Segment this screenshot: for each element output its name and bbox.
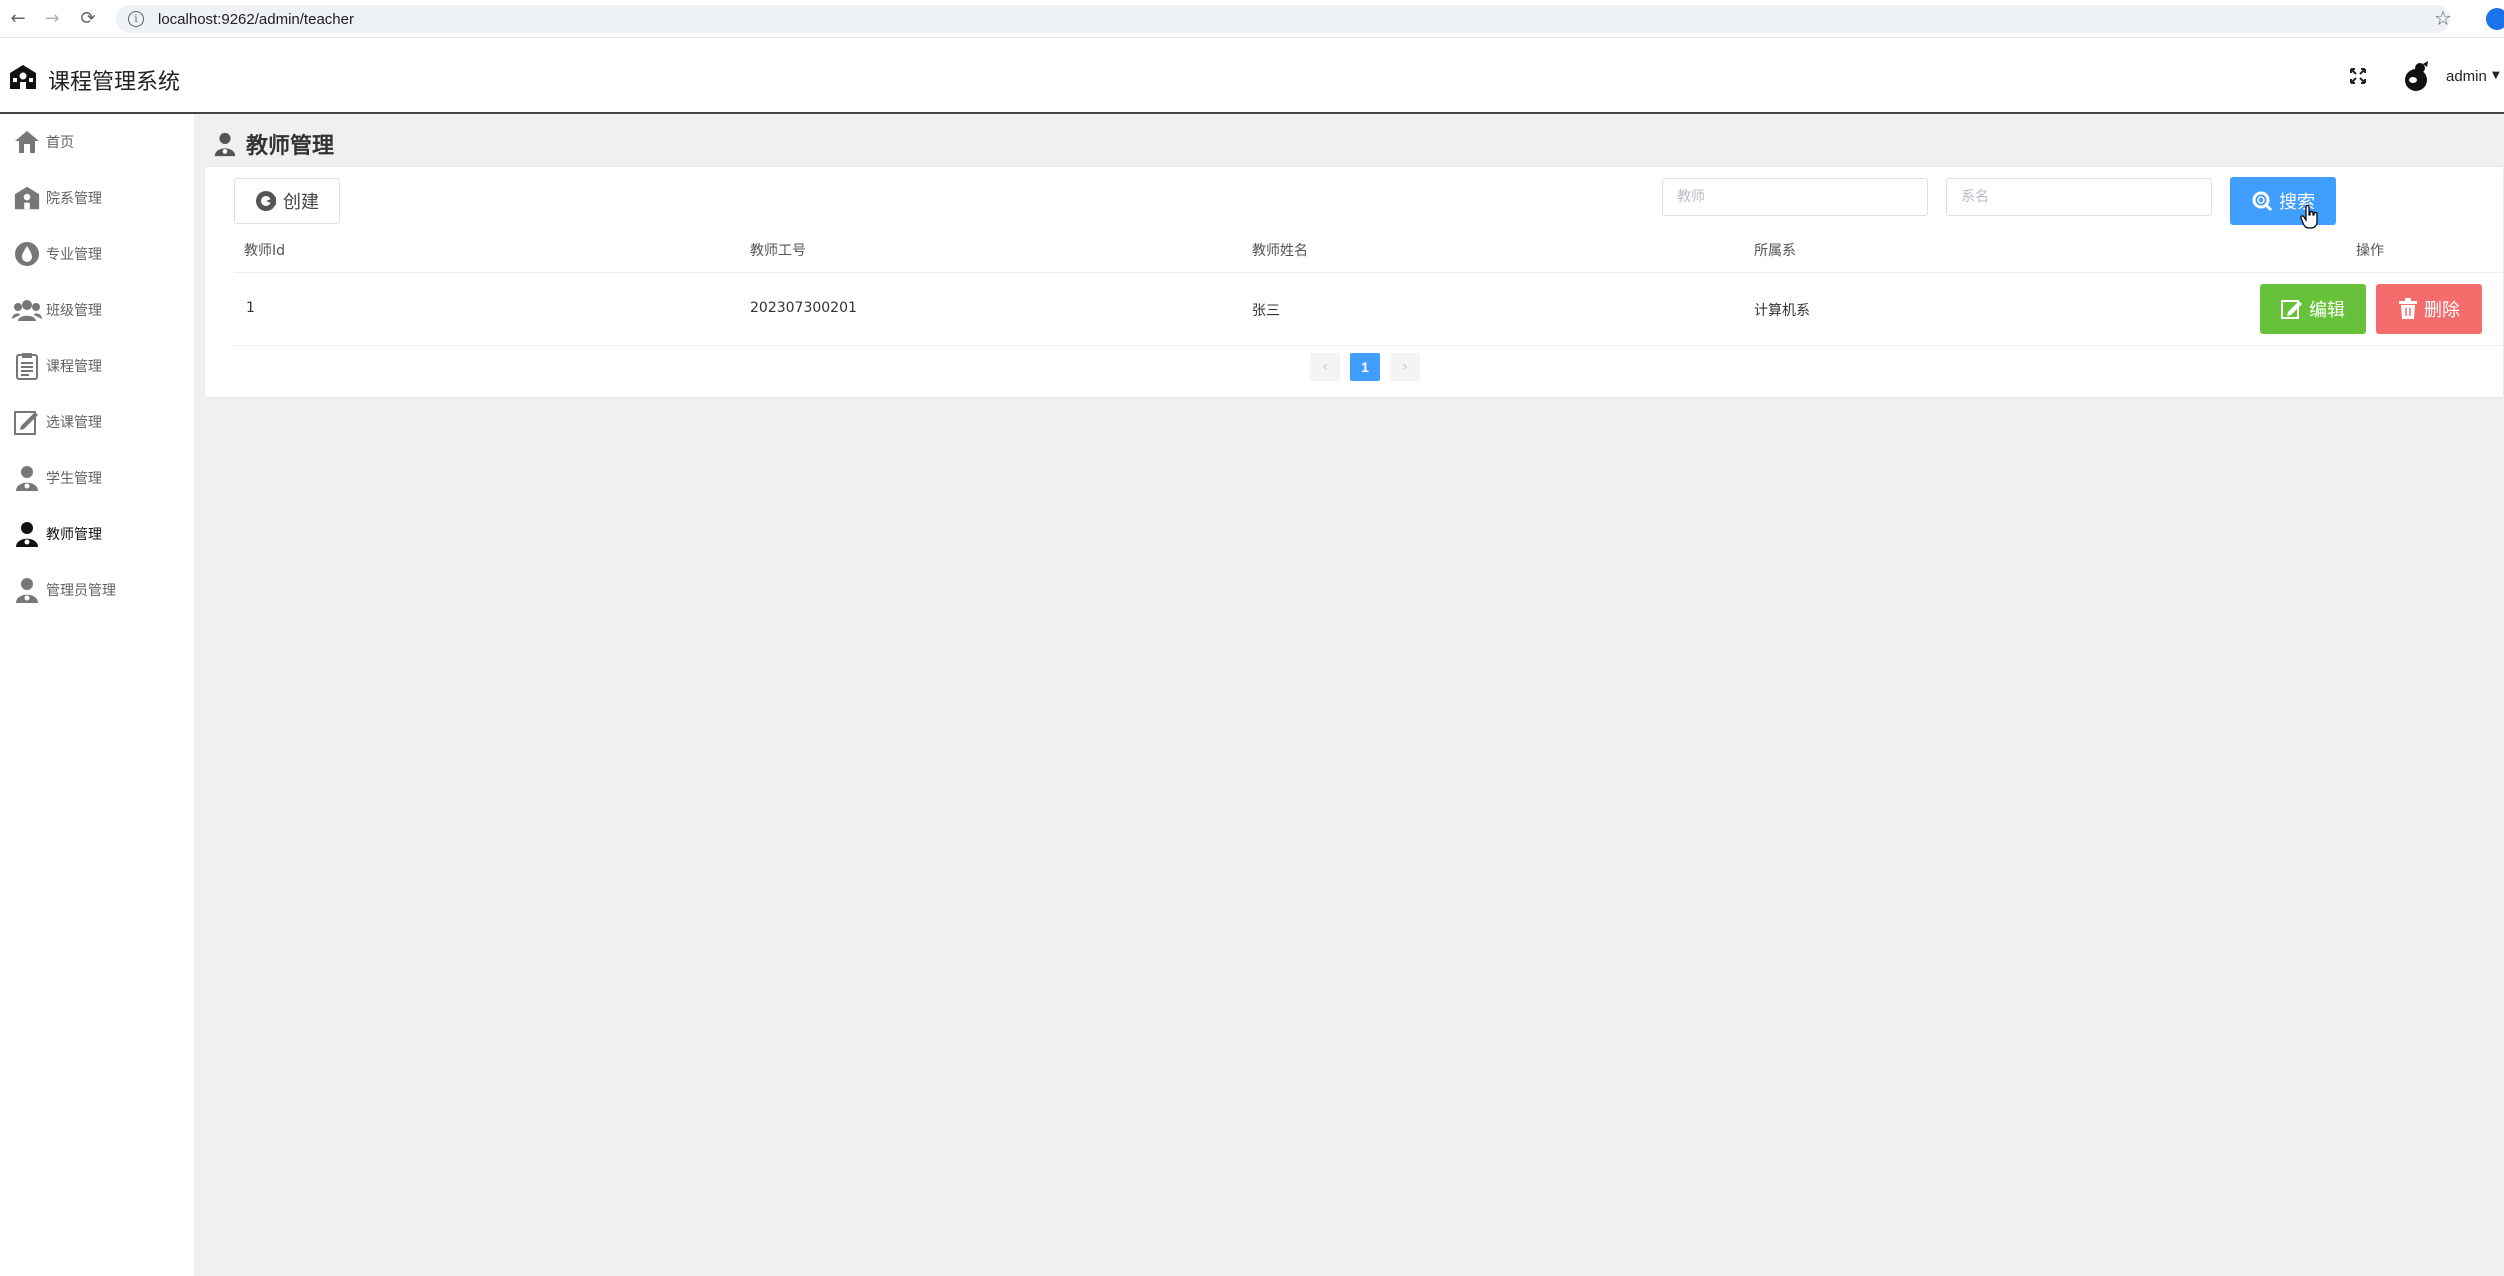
search-button[interactable]: 搜索 xyxy=(2230,177,2336,225)
sidebar-item-admins[interactable]: 管理员管理 xyxy=(0,562,194,618)
school-logo-icon xyxy=(10,65,36,89)
department-search-input[interactable] xyxy=(1946,178,2212,216)
teacher-icon xyxy=(12,519,42,549)
app-header: 课程管理系统 admin ▼ xyxy=(0,38,2504,114)
edit-note-icon xyxy=(12,407,42,437)
sidebar-item-label: 选课管理 xyxy=(46,415,102,431)
sidebar-item-courses[interactable]: 课程管理 xyxy=(0,338,194,394)
browser-profile-avatar[interactable] xyxy=(2486,8,2504,30)
url-text: localhost:9262/admin/teacher xyxy=(158,10,354,28)
address-bar[interactable]: i localhost:9262/admin/teacher xyxy=(116,5,2450,33)
sidebar-item-label: 教师管理 xyxy=(46,527,102,543)
search-icon xyxy=(2252,191,2273,212)
sidebar-item-departments[interactable]: 院系管理 xyxy=(0,170,194,226)
cell-teacher-number: 202307300201 xyxy=(750,300,857,316)
edit-icon xyxy=(2281,300,2302,319)
sidebar-item-enrollment[interactable]: 选课管理 xyxy=(0,394,194,450)
create-button-label: 创建 xyxy=(283,192,319,212)
delete-button[interactable]: 删除 xyxy=(2376,284,2482,334)
drop-icon xyxy=(12,239,42,269)
school-icon xyxy=(12,183,42,213)
cell-department: 计算机系 xyxy=(1754,303,1810,319)
sidebar-item-classes[interactable]: 班级管理 xyxy=(0,282,194,338)
cell-teacher-id: 1 xyxy=(246,300,255,316)
browser-toolbar: ← → ⟳ i localhost:9262/admin/teacher ☆ xyxy=(0,0,2504,38)
chevron-down-icon[interactable]: ▼ xyxy=(2492,70,2500,81)
sidebar-item-label: 学生管理 xyxy=(46,471,102,487)
back-icon[interactable]: ← xyxy=(0,0,36,38)
hand-cursor-icon xyxy=(2300,205,2318,229)
admin-icon xyxy=(12,575,42,605)
edit-button-label: 编辑 xyxy=(2309,300,2345,321)
teacher-icon xyxy=(214,132,236,157)
column-header-actions: 操作 xyxy=(2356,243,2384,259)
user-icon xyxy=(12,463,42,493)
table-header-divider xyxy=(234,272,2504,273)
sidebar-item-label: 首页 xyxy=(46,135,74,151)
home-icon xyxy=(12,127,42,157)
table-row-divider xyxy=(234,345,2504,346)
column-header-id: 教师Id xyxy=(244,243,286,259)
bookmark-star-icon[interactable]: ☆ xyxy=(2434,6,2452,30)
column-header-name: 教师姓名 xyxy=(1252,243,1308,259)
clipboard-icon xyxy=(12,351,42,381)
pagination-page-1[interactable]: 1 xyxy=(1350,353,1380,381)
sidebar-item-majors[interactable]: 专业管理 xyxy=(0,226,194,282)
sidebar-item-label: 课程管理 xyxy=(46,359,102,375)
sidebar-item-teachers[interactable]: 教师管理 xyxy=(0,506,194,562)
page-title: 教师管理 xyxy=(246,134,335,159)
teacher-search-input[interactable] xyxy=(1662,178,1928,216)
site-info-icon[interactable]: i xyxy=(128,11,144,27)
fullscreen-icon[interactable] xyxy=(2348,66,2368,86)
edit-button[interactable]: 编辑 xyxy=(2260,284,2366,334)
group-icon xyxy=(12,295,42,325)
cell-teacher-name: 张三 xyxy=(1252,303,1280,319)
column-header-department: 所属系 xyxy=(1754,243,1796,259)
forward-icon[interactable]: → xyxy=(34,0,70,38)
user-avatar-icon[interactable] xyxy=(2400,60,2432,92)
pagination-next-button[interactable]: › xyxy=(1390,353,1420,381)
sidebar-item-home[interactable]: 首页 xyxy=(0,114,194,170)
add-icon xyxy=(256,191,276,211)
sidebar-item-label: 院系管理 xyxy=(46,191,102,207)
pagination-prev-button[interactable]: ‹ xyxy=(1310,353,1340,381)
reload-icon[interactable]: ⟳ xyxy=(70,0,106,38)
column-header-number: 教师工号 xyxy=(750,243,806,259)
sidebar: 首页 院系管理 专业管理 班级管理 课程管理 选课管理 学生管理 教师管理 管理… xyxy=(0,114,194,1276)
trash-icon xyxy=(2399,298,2417,319)
delete-button-label: 删除 xyxy=(2424,300,2460,321)
sidebar-item-students[interactable]: 学生管理 xyxy=(0,450,194,506)
create-button[interactable]: 创建 xyxy=(234,178,340,224)
sidebar-item-label: 专业管理 xyxy=(46,247,102,263)
app-title: 课程管理系统 xyxy=(48,70,181,95)
sidebar-item-label: 管理员管理 xyxy=(46,583,116,599)
sidebar-item-label: 班级管理 xyxy=(46,303,102,319)
user-name[interactable]: admin xyxy=(2446,68,2487,85)
page-header: 教师管理 xyxy=(212,128,334,160)
